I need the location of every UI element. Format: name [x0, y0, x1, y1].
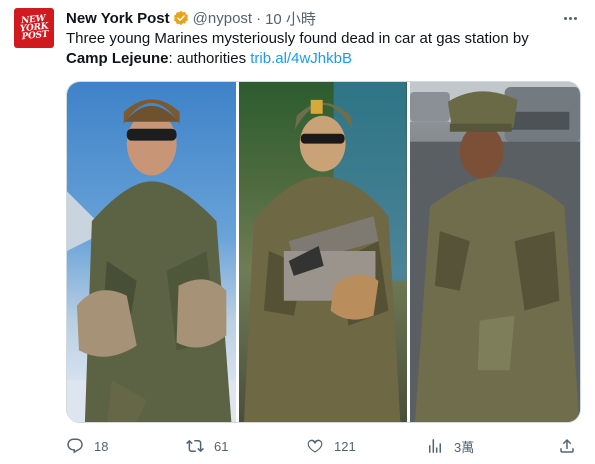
reply-button[interactable]: 18: [66, 434, 108, 458]
timestamp[interactable]: 10 小時: [265, 8, 316, 29]
share-icon: [560, 438, 574, 453]
tweet-actions: 18 61 121 3萬: [66, 434, 581, 458]
reply-icon: [67, 438, 83, 454]
tweet-text-part2: : authorities: [168, 50, 251, 67]
retweet-count: 61: [214, 438, 229, 454]
retweet-icon: [186, 439, 204, 453]
photo-1-figure: [67, 99, 237, 422]
verified-badge-icon: [173, 10, 188, 26]
avatar-logo: NEW YORK POST: [19, 13, 49, 43]
reply-count: 18: [94, 438, 109, 454]
photo-2[interactable]: [239, 82, 407, 422]
tweet-text-bold: Camp Lejeune: [66, 50, 169, 67]
share-button[interactable]: [558, 434, 586, 458]
tweet-text-part1: Three young Marines mysteriously found d…: [66, 30, 529, 47]
tweet-header: New York Post @nypost · 10 小時: [66, 8, 316, 28]
tweet-card[interactable]: NEW YORK POST New York Post @nypost · 10…: [0, 0, 595, 464]
photo-1[interactable]: [67, 82, 237, 422]
tweet-text: Three young Marines mysteriously found d…: [66, 29, 566, 69]
more-icon[interactable]: [558, 8, 582, 28]
tweet-link[interactable]: trib.al/4wJhkbB: [250, 50, 352, 67]
author-handle[interactable]: @nypost: [193, 10, 252, 27]
retweet-button[interactable]: 61: [186, 434, 228, 458]
photo-2-figure: [244, 82, 407, 422]
views-button[interactable]: 3萬: [426, 434, 474, 458]
separator: ·: [256, 9, 262, 27]
like-button[interactable]: 121: [306, 434, 356, 458]
views-count: 3萬: [454, 439, 475, 455]
photo-3-figure: [409, 82, 580, 422]
like-icon: [307, 439, 323, 453]
author-name[interactable]: New York Post: [66, 10, 170, 27]
avatar[interactable]: NEW YORK POST: [14, 8, 54, 48]
like-count: 121: [334, 438, 356, 454]
views-icon: [429, 439, 441, 453]
media-grid: [66, 81, 581, 423]
photo-3[interactable]: [409, 82, 580, 422]
